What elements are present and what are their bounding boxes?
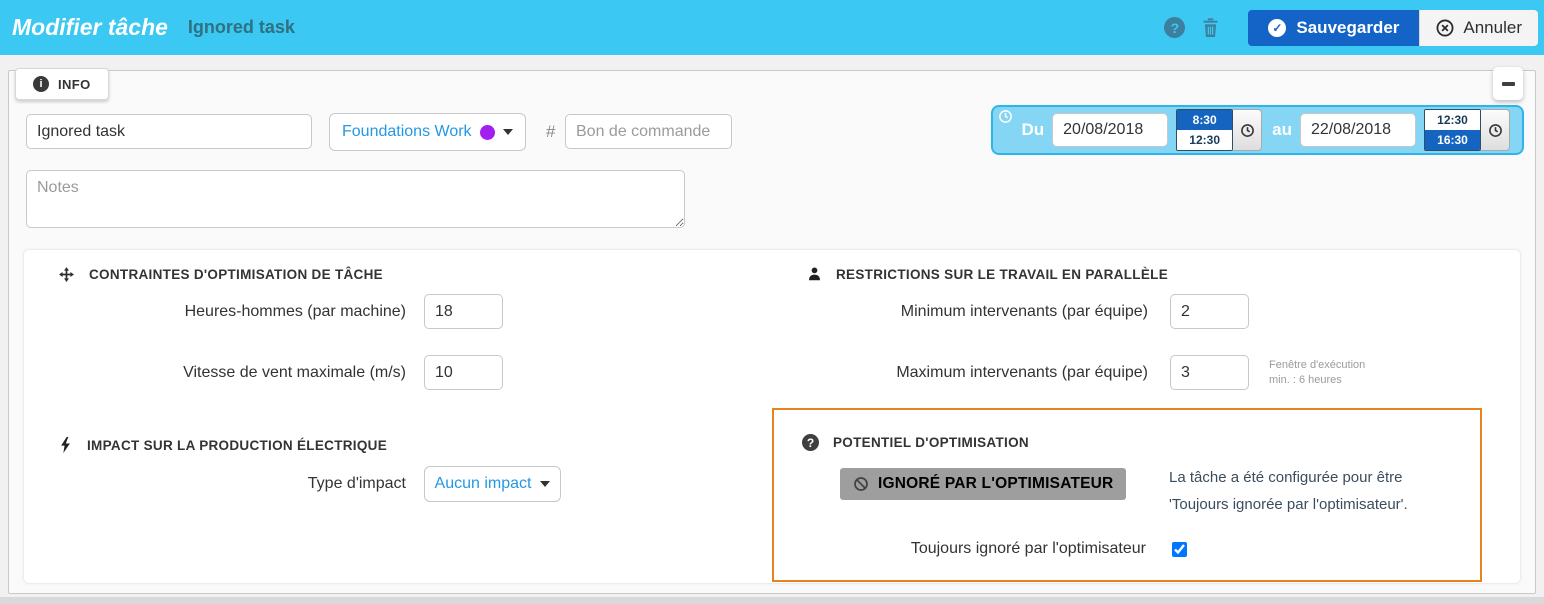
chevron-down-icon bbox=[540, 481, 550, 487]
always-ignored-row: Toujours ignoré par l'optimisateur bbox=[774, 540, 1187, 558]
person-icon bbox=[807, 266, 822, 282]
collapse-panel-button[interactable] bbox=[1493, 67, 1523, 100]
cancel-button[interactable]: Annuler bbox=[1419, 10, 1538, 46]
wind-speed-label: Vitesse de vent maximale (m/s) bbox=[46, 364, 406, 382]
clock-corner-icon bbox=[998, 109, 1013, 124]
minus-icon bbox=[1502, 82, 1515, 86]
min-workers-input[interactable] bbox=[1170, 294, 1249, 329]
section-restrictions-header: RESTRICTIONS SUR LE TRAVAIL EN PARALLÈLE bbox=[807, 266, 1168, 282]
field-row-max-workers: Maximum intervenants (par équipe) Fenêtr… bbox=[776, 355, 1365, 390]
ignored-by-optimizer-badge: IGNORÉ PAR L'OPTIMISATEUR bbox=[840, 468, 1126, 500]
section-constraints-header: CONTRAINTES D'OPTIMISATION DE TÂCHE bbox=[58, 266, 383, 283]
lightning-bolt-icon bbox=[58, 436, 73, 454]
start-time-clock-button[interactable] bbox=[1233, 109, 1262, 151]
category-select[interactable]: Foundations Work bbox=[329, 113, 526, 151]
tab-info[interactable]: i INFO bbox=[15, 68, 109, 100]
save-button[interactable]: ✓ Sauvegarder bbox=[1248, 10, 1419, 46]
field-row-man-hours: Heures-hommes (par machine) bbox=[46, 294, 503, 329]
clock-icon bbox=[1488, 123, 1503, 138]
save-button-label: Sauvegarder bbox=[1296, 18, 1399, 38]
delete-task-button[interactable] bbox=[1201, 17, 1220, 38]
impact-type-value: Aucun impact bbox=[435, 475, 532, 493]
start-date-input[interactable] bbox=[1052, 113, 1168, 147]
cancel-circle-icon bbox=[1436, 19, 1454, 37]
start-time-option-selected[interactable]: 8:30 bbox=[1177, 110, 1232, 130]
info-icon: i bbox=[33, 76, 49, 92]
page-title: Modifier tâche bbox=[12, 14, 168, 41]
help-icon[interactable]: ? bbox=[1164, 17, 1185, 38]
max-workers-input[interactable] bbox=[1170, 355, 1249, 390]
end-time-clock-button[interactable] bbox=[1481, 109, 1510, 151]
bottom-border-strip bbox=[0, 597, 1544, 604]
min-workers-label: Minimum intervenants (par équipe) bbox=[776, 303, 1148, 321]
always-ignored-checkbox[interactable] bbox=[1172, 542, 1187, 557]
end-time-option-selected[interactable]: 16:30 bbox=[1425, 130, 1480, 150]
clock-icon bbox=[1240, 123, 1255, 138]
ban-circle-icon bbox=[853, 476, 869, 492]
field-row-min-workers: Minimum intervenants (par équipe) bbox=[776, 294, 1249, 329]
from-label: Du bbox=[1021, 120, 1044, 140]
potential-description: La tâche a été configurée pour être 'Tou… bbox=[1169, 464, 1408, 518]
impact-type-label: Type d'impact bbox=[46, 475, 406, 493]
info-tab-label: INFO bbox=[58, 77, 91, 92]
check-circle-icon: ✓ bbox=[1268, 19, 1286, 37]
end-time-option[interactable]: 12:30 bbox=[1425, 110, 1480, 130]
to-label: au bbox=[1272, 120, 1292, 140]
section-potential-title: POTENTIEL D'OPTIMISATION bbox=[833, 435, 1029, 450]
max-workers-label: Maximum intervenants (par équipe) bbox=[776, 364, 1148, 382]
execution-window-note: Fenêtre d'exécution min. : 6 heures bbox=[1269, 358, 1365, 388]
always-ignored-label: Toujours ignoré par l'optimisateur bbox=[774, 540, 1146, 558]
section-potential-header: ? POTENTIEL D'OPTIMISATION bbox=[802, 434, 1029, 451]
question-circle-icon: ? bbox=[802, 434, 819, 451]
task-name-subtitle: Ignored task bbox=[188, 17, 295, 38]
task-edit-panel: i INFO Foundations Work # Du 8:30 12:30 bbox=[8, 70, 1536, 594]
category-value: Foundations Work bbox=[342, 123, 472, 141]
section-restrictions-title: RESTRICTIONS SUR LE TRAVAIL EN PARALLÈLE bbox=[836, 267, 1168, 282]
task-name-input[interactable] bbox=[26, 114, 312, 149]
move-arrows-icon bbox=[58, 266, 75, 283]
man-hours-label: Heures-hommes (par machine) bbox=[46, 303, 406, 321]
impact-type-dropdown[interactable]: Aucun impact bbox=[424, 466, 561, 502]
purchase-order-input[interactable] bbox=[565, 114, 732, 149]
field-row-wind-speed: Vitesse de vent maximale (m/s) bbox=[46, 355, 503, 390]
notes-textarea[interactable] bbox=[26, 170, 685, 228]
field-row-impact-type: Type d'impact Aucun impact bbox=[46, 466, 561, 502]
section-impact-title: IMPACT SUR LA PRODUCTION ÉLECTRIQUE bbox=[87, 438, 387, 453]
badge-label: IGNORÉ PAR L'OPTIMISATEUR bbox=[878, 475, 1113, 493]
optimisation-potential-box: ? POTENTIEL D'OPTIMISATION IGNORÉ PAR L'… bbox=[772, 408, 1482, 582]
settings-card: CONTRAINTES D'OPTIMISATION DE TÂCHE Heur… bbox=[23, 249, 1521, 584]
start-time-option[interactable]: 12:30 bbox=[1177, 130, 1232, 150]
wind-speed-input[interactable] bbox=[424, 355, 503, 390]
category-color-dot bbox=[480, 125, 495, 140]
start-time-selector[interactable]: 8:30 12:30 bbox=[1176, 109, 1233, 151]
cancel-button-label: Annuler bbox=[1463, 18, 1522, 38]
section-impact-header: IMPACT SUR LA PRODUCTION ÉLECTRIQUE bbox=[58, 436, 387, 454]
po-number-hash: # bbox=[546, 122, 555, 142]
top-header-bar: Modifier tâche Ignored task ? ✓ Sauvegar… bbox=[0, 0, 1544, 55]
man-hours-input[interactable] bbox=[424, 294, 503, 329]
end-date-input[interactable] bbox=[1300, 113, 1416, 147]
section-constraints-title: CONTRAINTES D'OPTIMISATION DE TÂCHE bbox=[89, 267, 383, 282]
end-time-selector[interactable]: 12:30 16:30 bbox=[1424, 109, 1481, 151]
trash-icon bbox=[1201, 17, 1220, 38]
chevron-down-icon bbox=[503, 129, 513, 135]
date-range-picker: Du 8:30 12:30 au 12:30 16:30 bbox=[991, 105, 1524, 155]
